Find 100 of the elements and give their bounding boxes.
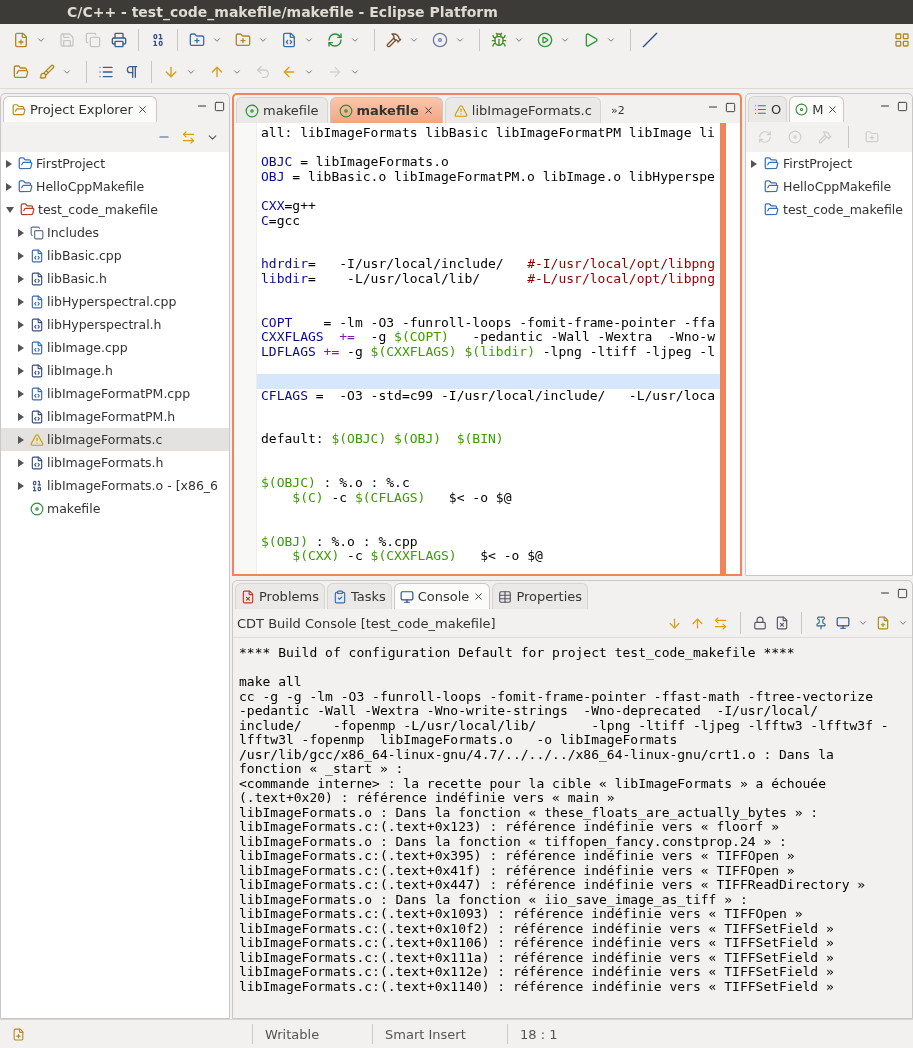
tree-item[interactable]: libImageFormats.o - [x86_6 <box>1 474 229 497</box>
caret-icon[interactable] <box>455 35 465 45</box>
tree-item[interactable]: makefile <box>1 497 229 520</box>
expand-arrow-icon[interactable] <box>18 481 24 490</box>
view-tab[interactable]: Project Explorer <box>3 96 157 122</box>
expand-arrow-icon[interactable] <box>18 320 24 329</box>
link-editor-icon[interactable] <box>181 129 196 145</box>
console-icon <box>399 589 414 604</box>
expand-arrow-icon[interactable] <box>18 366 24 375</box>
caret-icon[interactable] <box>212 35 222 45</box>
maximize-icon[interactable] <box>897 587 908 599</box>
tree-item[interactable]: libBasic.cpp <box>1 244 229 267</box>
caret-icon[interactable] <box>36 35 46 45</box>
pin-icon[interactable] <box>814 616 828 630</box>
code-line: $(OBJ) : %.o : %.cpp <box>260 534 419 550</box>
new-console-icon[interactable] <box>876 616 890 630</box>
maximize-icon[interactable] <box>897 100 908 112</box>
expand-arrow-icon[interactable] <box>18 458 24 467</box>
caret-icon[interactable] <box>560 35 570 45</box>
tree-item[interactable]: test_code_makefile <box>1 198 229 221</box>
code-line: default: $(OBJC) $(OBJ) $(BIN) <box>260 432 505 448</box>
expand-arrow-icon[interactable] <box>18 297 24 306</box>
tree-item[interactable]: libImage.h <box>1 359 229 382</box>
clear-console-icon[interactable] <box>775 616 789 630</box>
tree-item[interactable]: libImage.cpp <box>1 336 229 359</box>
makefile-icon <box>338 103 353 118</box>
expand-arrow-icon[interactable] <box>18 251 24 260</box>
console-line: libImageFormats.c:(.text+0x123) : référence indéfinie vers « floorf » <box>239 820 780 835</box>
more-tabs-button[interactable]: »2 <box>602 97 633 123</box>
view-tab[interactable]: Problems <box>235 583 325 609</box>
expand-arrow-icon[interactable] <box>18 389 24 398</box>
view-tab[interactable]: M <box>789 96 845 122</box>
tree-item[interactable]: Includes <box>1 221 229 244</box>
tree-item[interactable]: FirstProject <box>1 152 229 175</box>
expand-arrow-icon[interactable] <box>18 228 24 237</box>
console-line: make all <box>239 675 303 690</box>
tree-item[interactable]: test_code_makefile <box>746 198 912 221</box>
tree-item[interactable]: FirstProject <box>746 152 912 175</box>
collapse-arrow-icon[interactable] <box>6 206 14 213</box>
caret-icon[interactable] <box>514 35 524 45</box>
caret-icon[interactable] <box>350 35 360 45</box>
scroll-down-icon[interactable] <box>667 615 682 631</box>
makefile-icon <box>30 501 44 516</box>
scroll-lock-icon[interactable] <box>753 616 767 630</box>
editor-tab[interactable]: makefile <box>236 97 328 123</box>
display-console-icon[interactable] <box>836 616 850 630</box>
project-folder-icon <box>764 179 779 194</box>
caret-icon[interactable] <box>304 35 314 45</box>
tree-item[interactable]: libImageFormatPM.h <box>1 405 229 428</box>
expand-arrow-icon[interactable] <box>6 182 12 191</box>
code-line: libdir= -L/usr/local/lib/ #-L/usr/local/opt/libpng <box>260 271 716 287</box>
tree-item[interactable]: HelloCppMakefile <box>1 175 229 198</box>
expand-arrow-icon[interactable] <box>18 435 24 444</box>
includes-icon <box>30 225 44 240</box>
console-line: libImageFormats.o : Dans la fonction « iio_save_image_as_tiff » : <box>239 892 748 907</box>
close-icon[interactable] <box>827 104 839 115</box>
view-tab[interactable]: Console <box>393 583 491 609</box>
tree-item[interactable]: libBasic.h <box>1 267 229 290</box>
source-file-icon <box>30 386 44 401</box>
view-tab[interactable]: Properties <box>492 583 589 609</box>
source-file-icon <box>30 340 44 355</box>
expand-arrow-icon[interactable] <box>18 343 24 352</box>
close-icon[interactable] <box>136 104 148 115</box>
maximize-icon[interactable] <box>725 101 736 113</box>
editor-tab[interactable]: makefile <box>329 97 443 123</box>
editor-tab[interactable]: libImageFormats.c <box>444 97 601 123</box>
caret-icon[interactable] <box>858 618 868 628</box>
console-line: libImageFormats.c:(.text+0x10f2) : référence indéfinie vers « TIFFSetField » <box>239 921 835 936</box>
console-line: /usr/lib/gcc/x86_64-linux-gnu/4.7/../../../x86_64-linux-gnu/crt1.o : Dans la <box>239 747 835 762</box>
expand-arrow-icon[interactable] <box>18 274 24 283</box>
caret-icon[interactable] <box>258 35 268 45</box>
project-folder-icon <box>764 202 779 217</box>
tree-item[interactable]: libImageFormats.h <box>1 451 229 474</box>
tree-item[interactable]: libHyperspectral.cpp <box>1 290 229 313</box>
console-line: libImageFormats.c:(.text+0x1140) : référence indéfinie vers « TIFFSetField » <box>239 979 835 994</box>
view-tab[interactable]: O <box>748 96 788 122</box>
caret-icon[interactable] <box>304 67 314 77</box>
tree-item[interactable]: HelloCppMakefile <box>746 175 912 198</box>
close-icon[interactable] <box>422 105 434 116</box>
caret-icon[interactable] <box>186 67 196 77</box>
expand-arrow-icon[interactable] <box>18 412 24 421</box>
caret-icon[interactable] <box>409 35 419 45</box>
caret-icon[interactable] <box>350 67 360 77</box>
close-icon[interactable] <box>473 591 485 602</box>
tree-item[interactable]: libHyperspectral.h <box>1 313 229 336</box>
caret-icon[interactable] <box>62 67 72 77</box>
maximize-icon[interactable] <box>214 100 225 112</box>
code-line: CXXFLAGS += -g $(COPT) -pedantic -Wall -Wextra -Wno-w <box>260 330 716 345</box>
expand-arrow-icon[interactable] <box>751 159 757 168</box>
view-tab[interactable]: Tasks <box>326 583 392 609</box>
tree-item[interactable]: libImageFormats.c <box>1 428 229 451</box>
expand-arrow-icon[interactable] <box>6 159 12 168</box>
tree-item[interactable]: libImageFormatPM.cpp <box>1 382 229 405</box>
caret-icon[interactable] <box>606 35 616 45</box>
caret-icon[interactable] <box>898 618 908 628</box>
scroll-up-icon[interactable] <box>690 615 705 631</box>
code-line: OBJC = libImageFormats.o <box>260 155 450 170</box>
caret-icon[interactable] <box>232 67 242 77</box>
link-icon[interactable] <box>713 615 728 631</box>
console-line: -pedantic -Wall -Wextra -Wno-write-strings -Wno-deprecated -I/usr/local/ <box>239 704 820 719</box>
